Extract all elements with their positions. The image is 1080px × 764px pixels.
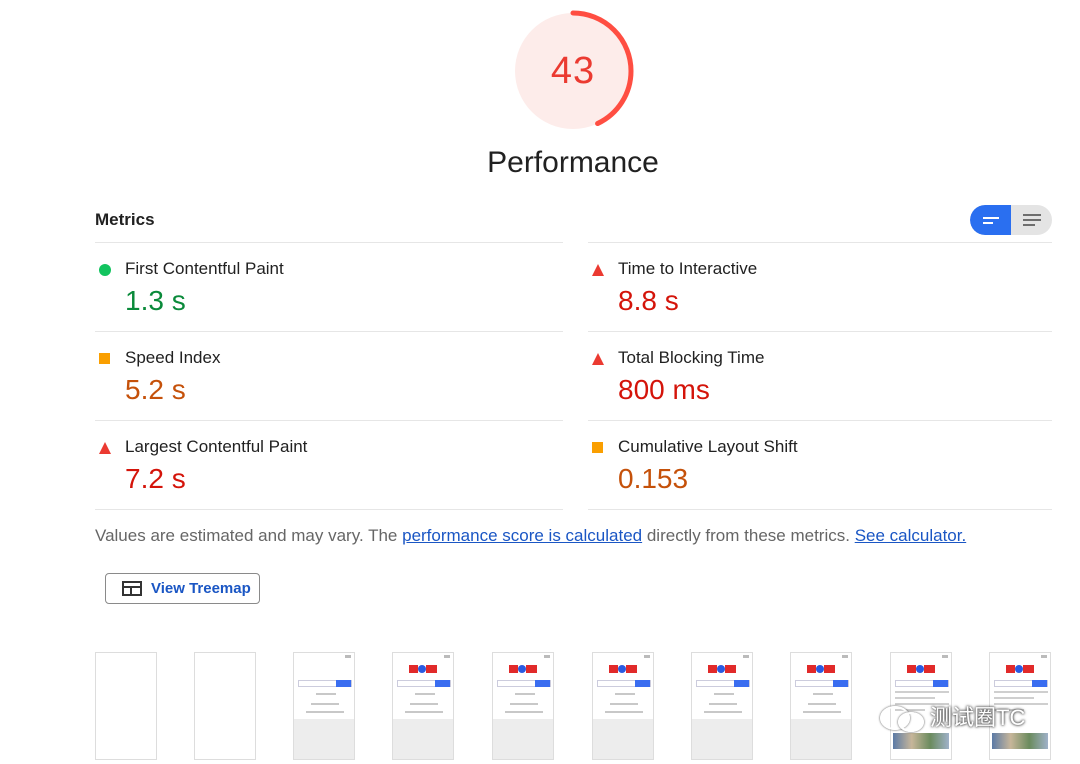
view-treemap-label: View Treemap <box>151 580 251 597</box>
footnote-text: Values are estimated and may vary. The <box>95 526 403 545</box>
orange-square-icon <box>99 353 110 364</box>
metric-total-blocking-time: Total Blocking Time 800 ms <box>588 331 1052 420</box>
filmstrip-frame <box>691 652 753 760</box>
metric-label: First Contentful Paint <box>125 259 284 278</box>
metric-value: 8.8 s <box>618 285 679 316</box>
score-calculated-link[interactable]: performance score is calculated <box>402 526 642 545</box>
filmstrip-frame <box>293 652 355 760</box>
metrics-heading: Metrics <box>95 210 155 229</box>
metric-largest-contentful-paint: Largest Contentful Paint 7.2 s <box>95 420 563 509</box>
detail-view-icon[interactable] <box>1011 205 1052 235</box>
performance-score: 43 <box>550 49 596 92</box>
metric-value: 1.3 s <box>125 285 186 316</box>
footnote-text: directly from these metrics. <box>642 526 855 545</box>
filmstrip-frame <box>790 652 852 760</box>
watermark: 测试圈TC <box>878 700 1025 732</box>
metric-label: Cumulative Layout Shift <box>618 437 798 456</box>
metric-value: 5.2 s <box>125 374 186 405</box>
metric-label: Time to Interactive <box>618 259 758 278</box>
red-triangle-icon <box>592 353 604 365</box>
metric-label: Largest Contentful Paint <box>125 437 308 456</box>
lighthouse-report: 43 Performance Metrics First Contentful … <box>0 0 1080 764</box>
metric-first-contentful-paint: First Contentful Paint 1.3 s <box>95 242 563 331</box>
green-circle-icon <box>99 264 111 276</box>
filmstrip-frame <box>95 652 157 760</box>
divider <box>95 509 563 510</box>
filmstrip-frame <box>392 652 454 760</box>
metric-speed-index: Speed Index 5.2 s <box>95 331 563 420</box>
red-triangle-icon <box>592 264 604 276</box>
metric-value: 0.153 <box>618 463 689 494</box>
treemap-icon <box>122 581 142 596</box>
orange-square-icon <box>592 442 603 453</box>
metric-label: Speed Index <box>125 348 221 367</box>
metrics-footnote: Values are estimated and may vary. The p… <box>95 526 966 546</box>
performance-gauge[interactable]: 43 <box>511 9 635 133</box>
filmstrip-frame <box>592 652 654 760</box>
metrics-view-toggle[interactable] <box>970 205 1052 235</box>
metric-label: Total Blocking Time <box>618 348 765 367</box>
metric-cumulative-layout-shift: Cumulative Layout Shift 0.153 <box>588 420 1052 509</box>
metric-value: 800 ms <box>618 374 710 405</box>
see-calculator-link[interactable]: See calculator. <box>855 526 967 545</box>
wechat-icon <box>878 702 924 732</box>
watermark-text: 测试圈TC <box>930 705 1026 730</box>
red-triangle-icon <box>99 442 111 454</box>
view-treemap-button[interactable]: View Treemap <box>105 573 260 604</box>
filmstrip-frame <box>194 652 256 760</box>
divider <box>588 509 1052 510</box>
filmstrip-frame <box>492 652 554 760</box>
performance-title: Performance <box>487 146 659 179</box>
metric-time-to-interactive: Time to Interactive 8.8 s <box>588 242 1052 331</box>
metric-value: 7.2 s <box>125 463 186 494</box>
summary-view-icon[interactable] <box>970 205 1011 235</box>
